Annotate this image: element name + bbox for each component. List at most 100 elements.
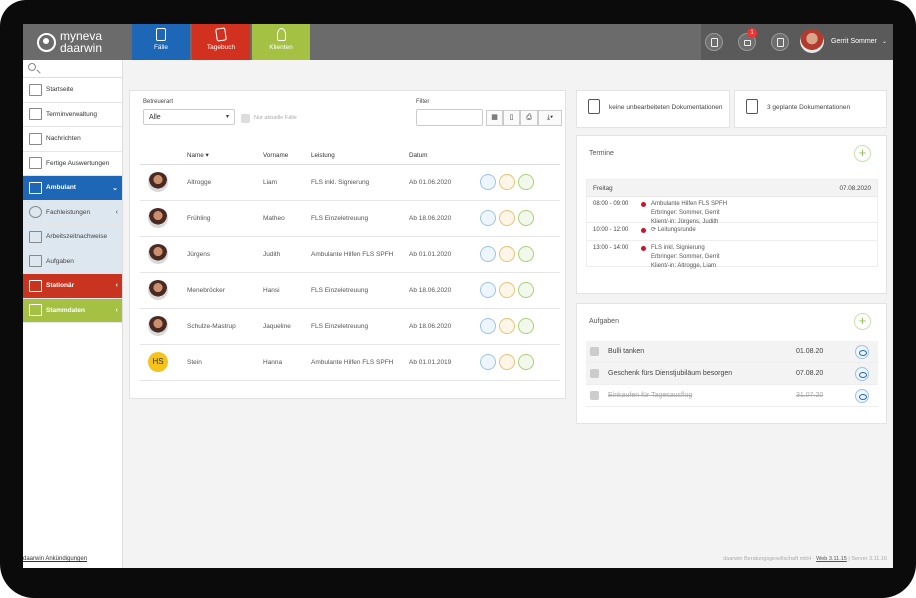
task-item[interactable]: Geschenk fürs Dienstjubiläum besorgen 07.… (586, 363, 878, 385)
appointment-item[interactable]: 10:00 - 12:00 ⟳ Leitungsrunde (587, 223, 877, 241)
table-row[interactable]: Menebröcker Hansi FLS Einzeletreuung Ab … (140, 272, 560, 309)
table-row[interactable]: Frühling Matheo FLS Einzeletreuung Ab 18… (140, 200, 560, 237)
cases-panel: Betreuerart Alle ▾ Nur aktuelle Fälle Fil… (129, 90, 566, 399)
logo-line2: daarwin (60, 41, 103, 55)
user-avatar[interactable] (800, 29, 824, 53)
sidebar-item-arbeitszeitnachweise[interactable]: Arbeitszeitnachweise (23, 225, 122, 250)
grid-view-icon[interactable]: ▦ (486, 110, 503, 126)
service-icon[interactable] (480, 354, 496, 370)
sidebar-item-label: Stationär (46, 282, 75, 290)
top-bar: myneva daarwin Fälle Tagebuch Klienten 1 … (23, 24, 893, 60)
column-header-vorname[interactable]: Vorname (263, 148, 311, 165)
cell-vorname: Hansi (263, 272, 311, 309)
chevron-left-icon: ‹ (115, 282, 118, 290)
add-termin-button[interactable]: + (854, 145, 871, 162)
sidebar-item-label: Startseite (46, 86, 74, 94)
sidebar-search[interactable] (23, 60, 122, 78)
print-icon[interactable]: ⎙ (520, 110, 538, 126)
column-header-leistung[interactable]: Leistung (311, 148, 409, 165)
chevron-down-icon: ▾ (225, 114, 229, 120)
sidebar-item-fachleistungen[interactable]: Fachleistungen ‹ (23, 200, 122, 225)
task-checkbox[interactable] (590, 391, 599, 400)
table-row[interactable]: Jürgens Judith Ambulante Hilfen FLS SPFH… (140, 236, 560, 273)
app-logo[interactable]: myneva daarwin (23, 24, 130, 60)
table-row[interactable]: HS Stein Hanna Ambulante Hilfen FLS SPFH… (140, 344, 560, 381)
task-item[interactable]: Bulli tanken 01.08.20 (586, 341, 878, 363)
service-icon[interactable] (480, 246, 496, 262)
status-dot-icon (641, 228, 646, 233)
eye-icon[interactable] (855, 389, 869, 403)
tab-tagebuch[interactable]: Tagebuch (192, 24, 250, 60)
task-date: 31.07.20 (796, 392, 824, 399)
chevron-down-icon: ⌄ (112, 184, 118, 192)
person-icon[interactable] (518, 210, 534, 226)
task-checkbox[interactable] (590, 347, 599, 356)
cell-datum: Ab 18.06.2020 (409, 200, 480, 237)
task-item[interactable]: Einkaufen für Tagesausflug 31.07.20 (586, 385, 878, 407)
web-version-link[interactable]: Web 3.11.15 (816, 556, 847, 562)
betreuerart-label: Betreuerart (143, 99, 174, 105)
sidebar-item-nachrichten[interactable]: Nachrichten (23, 127, 122, 152)
service-icon[interactable] (480, 318, 496, 334)
clipboard-icon (746, 99, 758, 114)
betreuerart-select[interactable]: Alle ▾ (143, 109, 235, 125)
list-view-icon[interactable]: ▯ (503, 110, 520, 126)
client-avatar (148, 244, 168, 264)
service-icon[interactable] (480, 210, 496, 226)
tab-faelle[interactable]: Fälle (132, 24, 190, 60)
cell-vorname: Liam (263, 164, 311, 201)
clock-icon[interactable] (499, 354, 515, 370)
cell-name: Schulze-Mastrup (187, 308, 263, 345)
announcements-link[interactable]: daarwin Ankündigungen (23, 556, 87, 562)
server-version: | Server 3.11.16 (846, 556, 887, 562)
clock-icon[interactable] (499, 174, 515, 190)
download-icon[interactable]: ⤓▾ (538, 110, 562, 126)
service-icon[interactable] (480, 174, 496, 190)
unprocessed-docs-card[interactable]: keine unbearbeiteten Dokumentationen (576, 90, 730, 128)
sidebar-item-terminverwaltung[interactable]: Terminverwaltung (23, 103, 122, 127)
sidebar-item-auswertungen[interactable]: Fertige Auswertungen (23, 152, 122, 176)
sidebar-item-startseite[interactable]: Startseite (23, 78, 122, 103)
nur-aktuelle-checkbox[interactable] (241, 114, 250, 123)
appointment-item[interactable]: 08:00 - 09:00 Ambulante Hilfen FLS SPFH Er… (587, 197, 877, 225)
person-icon[interactable] (518, 282, 534, 298)
clock-icon[interactable] (499, 246, 515, 262)
table-row[interactable]: Altrogge Liam FLS inkl. Signierung Ab 01… (140, 164, 560, 201)
person-icon[interactable] (518, 318, 534, 334)
clock-icon[interactable] (499, 210, 515, 226)
eye-icon[interactable] (855, 367, 869, 381)
sidebar-item-stationaer[interactable]: Stationär ‹ (23, 274, 122, 299)
sidebar-item-ambulant[interactable]: Ambulant ⌄ (23, 176, 122, 201)
user-name[interactable]: Gerrit Sommer (831, 38, 877, 45)
person-icon[interactable] (518, 354, 534, 370)
tab-klienten[interactable]: Klienten (252, 24, 310, 60)
cell-datum: Ab 18.06.2020 (409, 308, 480, 345)
termine-title: Termine (589, 150, 614, 157)
database-icon (29, 304, 42, 317)
sidebar-item-stammdaten[interactable]: Stammdaten ‹ (23, 298, 122, 323)
clock-icon[interactable] (499, 318, 515, 334)
column-header-name[interactable]: Name ▾ (187, 148, 263, 165)
person-icon[interactable] (518, 246, 534, 262)
task-checkbox[interactable] (590, 369, 599, 378)
column-header-datum[interactable]: Datum (409, 148, 480, 165)
task-date: 07.08.20 (796, 370, 824, 377)
service-icon[interactable] (480, 282, 496, 298)
sidebar-item-aufgaben[interactable]: Aufgaben (23, 249, 122, 274)
planned-docs-card[interactable]: 3 geplante Dokumentationen (734, 90, 887, 128)
appointment-item[interactable]: 13:00 - 14:00 FLS inkl. Signierung Erbring… (587, 241, 877, 269)
clock-icon[interactable] (499, 282, 515, 298)
sidebar-item-label: Nachrichten (46, 135, 81, 143)
person-icon[interactable] (518, 174, 534, 190)
calendar-icon[interactable] (771, 33, 789, 51)
client-avatar: HS (148, 352, 168, 372)
chevron-down-icon[interactable]: ⌄ (882, 38, 887, 45)
add-aufgabe-button[interactable]: + (854, 313, 871, 330)
table-row[interactable]: Schulze-Mastrup Jaqueline FLS Einzeletre… (140, 308, 560, 345)
appointment-title: Ambulante Hilfen FLS SPFH (651, 201, 728, 207)
filter-input[interactable] (416, 109, 483, 126)
device-icon[interactable] (705, 33, 723, 51)
eye-icon[interactable] (855, 345, 869, 359)
termine-list: Freitag 07.08.2020 08:00 - 09:00 Ambulant… (586, 179, 878, 269)
aufgaben-card: Aufgaben + Bulli tanken 01.08.20 Geschenk … (576, 303, 887, 424)
